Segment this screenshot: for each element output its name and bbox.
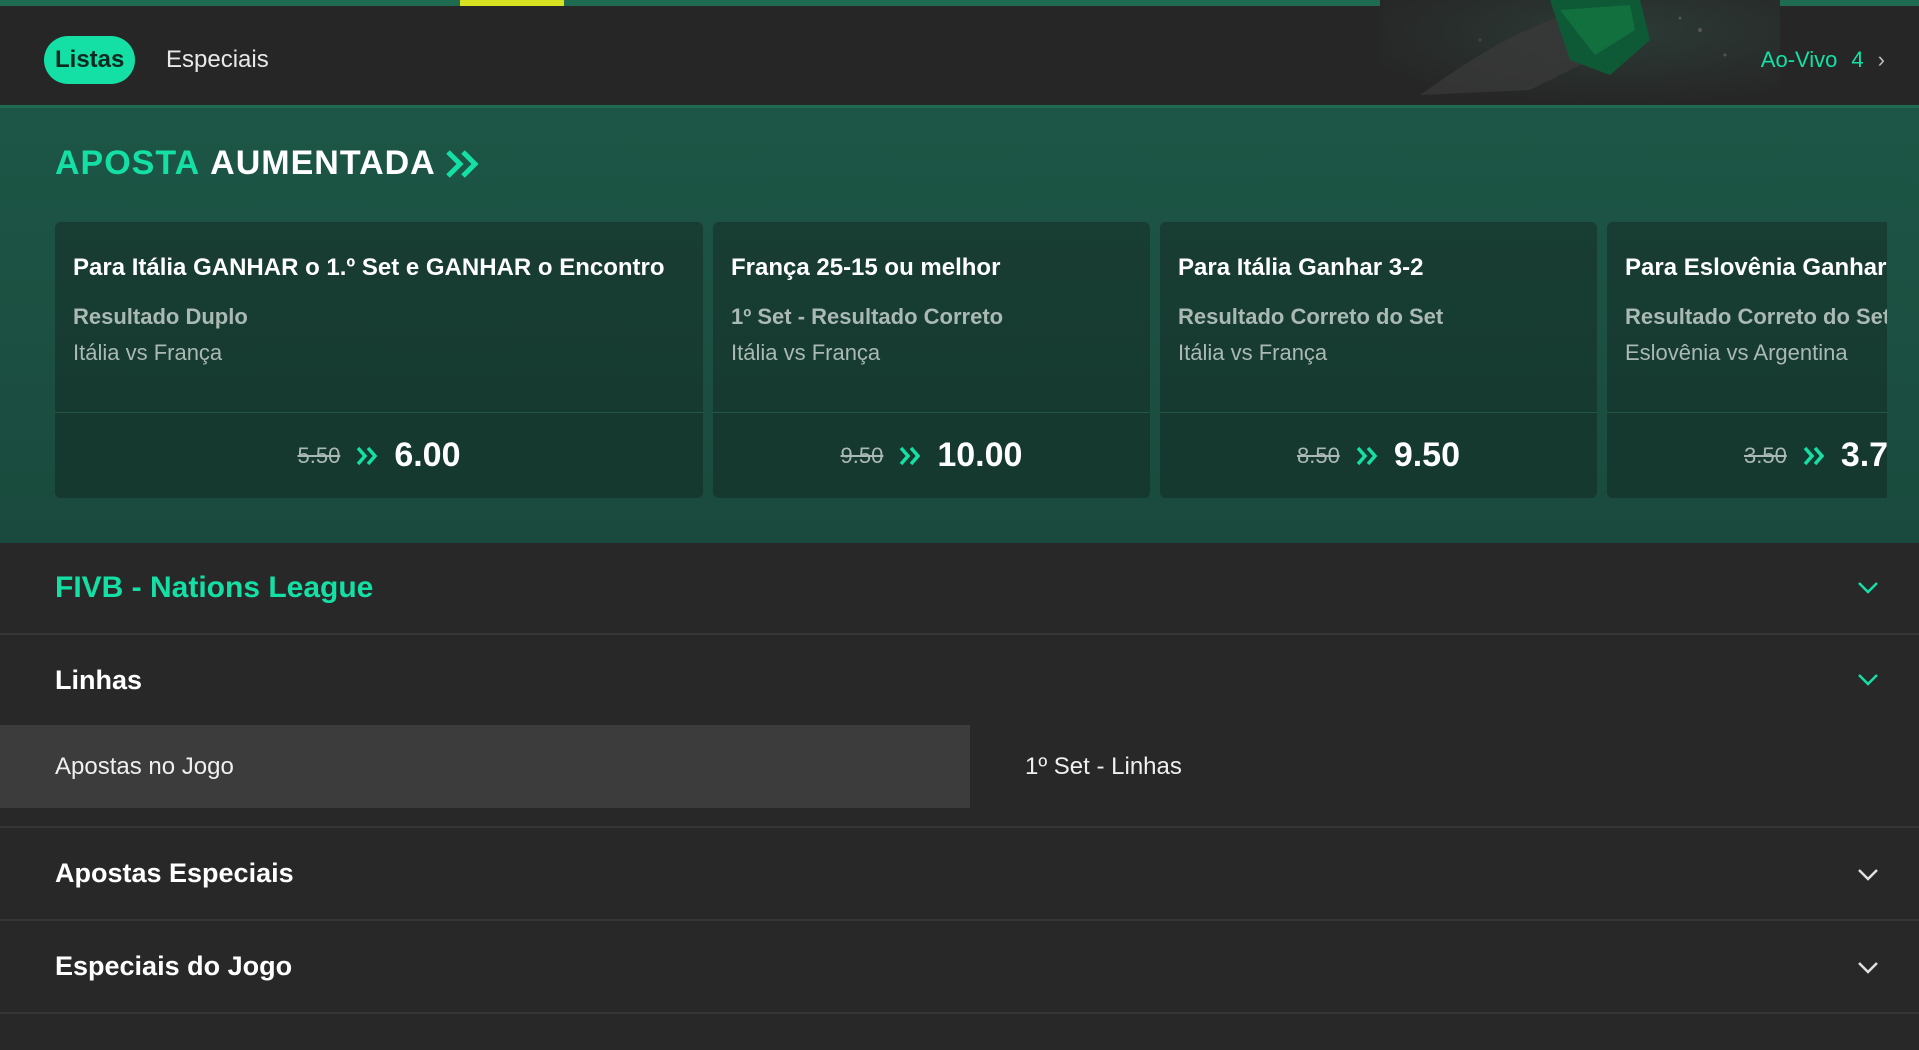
special-bets-header[interactable]: Apostas Especiais [0, 828, 1919, 921]
subtab-1-set-linhas[interactable]: 1º Set - Linhas [1025, 725, 1182, 808]
boost-card-title: Para Itália GANHAR o 1.º Set e GANHAR o … [73, 254, 665, 281]
chevron-down-icon [1858, 582, 1878, 594]
top-nav-bar: Listas Especiais Ao-Vivo 4 › [0, 0, 1919, 108]
chevron-down-icon [1858, 869, 1878, 881]
live-label: Ao-Vivo [1760, 47, 1838, 72]
boost-card-market: Resultado Correto do Set [1625, 304, 1887, 329]
double-chevron-icon [900, 446, 921, 465]
boost-card[interactable]: Para Itália Ganhar 3-2 Resultado Correto… [1160, 222, 1597, 498]
boost-card-fixture: Itália vs França [731, 340, 881, 365]
boost-card-market: Resultado Duplo [73, 304, 248, 329]
double-chevron-icon [445, 149, 479, 178]
boost-card-fixture: Itália vs França [1178, 340, 1328, 365]
old-odds: 8.50 [1296, 442, 1340, 468]
player-banner-image [1380, 0, 1780, 105]
new-odds: 10.00 [937, 436, 1023, 474]
boost-title: APOSTA AUMENTADA [55, 144, 480, 183]
subtab-label: Apostas no Jogo [55, 753, 234, 780]
boost-cards-carousel[interactable]: Para Itália GANHAR o 1.º Set e GANHAR o … [55, 222, 1887, 498]
special-bets-title: Apostas Especiais [55, 858, 294, 888]
boost-odds-button[interactable]: 8.50 9.50 [1160, 413, 1597, 498]
new-odds: 3.75 [1840, 436, 1887, 474]
old-odds: 5.50 [297, 442, 341, 468]
tab-especiais[interactable]: Especiais [166, 36, 269, 84]
chevron-down-icon [1858, 674, 1878, 686]
boost-card[interactable]: Para Eslovênia Ganhar Resultado Correto … [1607, 222, 1887, 498]
boost-title-part2: AUMENTADA [210, 144, 436, 182]
boost-title-part1: APOSTA [55, 144, 201, 182]
lines-header[interactable]: Linhas [0, 635, 1919, 725]
boost-odds-button[interactable]: 3.50 3.75 [1607, 413, 1887, 498]
boost-section: APOSTA AUMENTADA Para Itália GANHAR o 1.… [0, 108, 1919, 543]
boost-card-title: Para Itália Ganhar 3-2 [1178, 254, 1424, 281]
lines-title: Linhas [55, 665, 143, 695]
active-indicator [460, 0, 564, 6]
live-link[interactable]: Ao-Vivo 4 › [1761, 36, 1885, 84]
old-odds: 3.50 [1743, 442, 1787, 468]
double-chevron-icon [356, 446, 378, 465]
lines-subtabs: Apostas no Jogo 1º Set - Linhas [0, 725, 1919, 828]
league-title: FIVB - Nations League [55, 571, 374, 604]
boost-odds-button[interactable]: 9.50 10.00 [713, 413, 1150, 498]
boost-card[interactable]: Para Itália GANHAR o 1.º Set e GANHAR o … [55, 222, 703, 498]
double-chevron-icon [1356, 446, 1378, 465]
old-odds: 9.50 [840, 442, 884, 468]
boost-odds-button[interactable]: 5.50 6.00 [55, 413, 703, 498]
boost-card-title: Para Eslovênia Ganhar [1625, 254, 1887, 281]
boost-card-market: 1º Set - Resultado Correto [731, 304, 1004, 329]
double-chevron-icon [1803, 446, 1825, 465]
live-count: 4 [1851, 47, 1864, 72]
boost-card-fixture: Itália vs França [73, 340, 223, 365]
tab-listas[interactable]: Listas [44, 36, 136, 84]
boost-card-title: França 25-15 ou melhor [731, 254, 1001, 281]
new-odds: 6.00 [394, 436, 461, 474]
chevron-down-icon [1858, 962, 1878, 974]
chevron-right-icon: › [1877, 47, 1885, 72]
boost-card[interactable]: França 25-15 ou melhor 1º Set - Resultad… [713, 222, 1150, 498]
league-header[interactable]: FIVB - Nations League [0, 543, 1919, 635]
boost-card-market: Resultado Correto do Set [1178, 304, 1444, 329]
game-specials-header[interactable]: Especiais do Jogo [0, 921, 1919, 1014]
new-odds: 9.50 [1393, 436, 1460, 474]
subtab-apostas-no-jogo[interactable]: Apostas no Jogo [0, 725, 970, 808]
boost-card-fixture: Eslovênia vs Argentina [1625, 340, 1848, 365]
game-specials-title: Especiais do Jogo [55, 951, 293, 981]
